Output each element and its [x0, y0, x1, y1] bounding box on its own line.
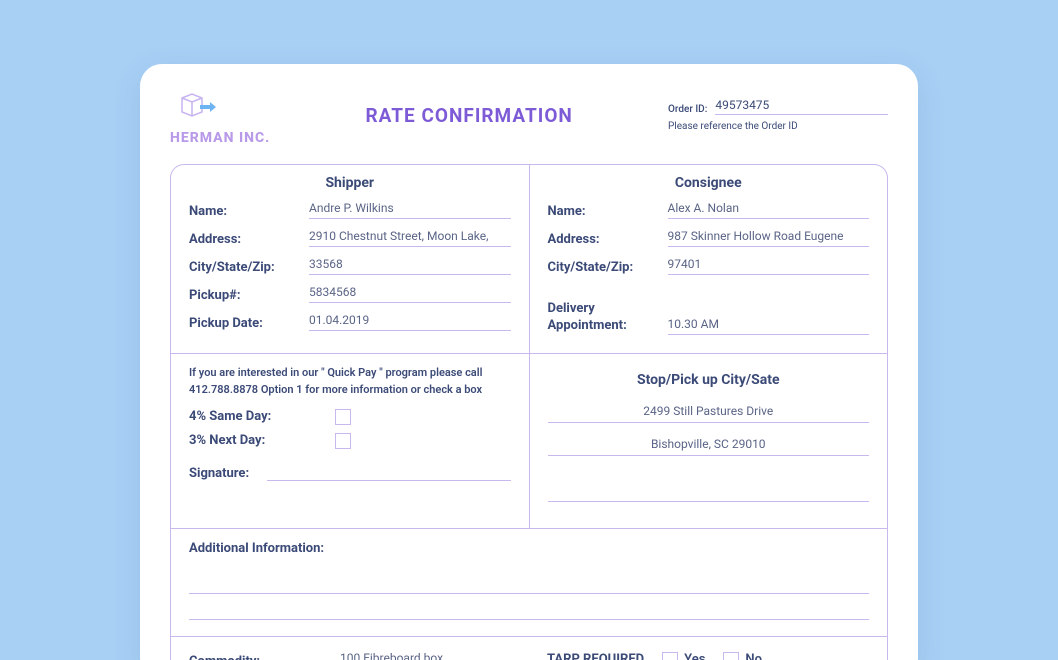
commodity-label: Commodity: [189, 654, 260, 660]
order-id-label: Order ID: [668, 104, 707, 115]
shipper-csz-label: City/State/Zip: [189, 260, 301, 275]
shipper-column: Shipper Name: Andre P. Wilkins Address: … [171, 165, 530, 353]
consignee-title: Consignee [548, 175, 870, 191]
consignee-csz-value: 97401 [668, 257, 870, 275]
company-logo-block: Herman Inc. [170, 90, 270, 146]
additional-line-2[interactable] [189, 602, 869, 620]
quickpay-4pct-checkbox[interactable] [335, 409, 351, 425]
signature-label: Signature: [189, 466, 249, 481]
shipper-pickup-num-value: 5834568 [309, 285, 511, 303]
quickpay-note: If you are interested in our " Quick Pay… [189, 364, 511, 399]
stage: Herman Inc. RATE CONFIRMATION Order ID: … [0, 0, 1058, 660]
shipper-pickup-date-value: 01.04.2019 [309, 313, 511, 331]
order-block: Order ID: 49573475 Please reference the … [668, 98, 888, 132]
order-id-value: 49573475 [715, 98, 888, 115]
tarp-no-label: No [745, 652, 762, 660]
consignee-column: Consignee Name: Alex A. Nolan Address: 9… [530, 165, 888, 353]
signature-line[interactable] [267, 463, 510, 481]
consignee-address-value: 987 Skinner Hollow Road Eugene [668, 229, 870, 247]
shipper-csz-value: 33568 [309, 257, 511, 275]
box-arrow-icon [170, 90, 216, 126]
shipper-address-label: Address: [189, 232, 301, 247]
company-name: Herman Inc. [170, 130, 270, 146]
consignee-address-label: Address: [548, 232, 660, 247]
additional-info-section: Additional Information: [171, 528, 887, 636]
consignee-csz-label: City/State/Zip: [548, 260, 660, 275]
tarp-required-label: TARP REQUIRED [547, 652, 644, 660]
commodity-value: 100 Fibreboard box [272, 651, 511, 660]
shipper-title: Shipper [189, 175, 511, 191]
stop-column: Stop/Pick up City/Sate 2499 Still Pastur… [530, 354, 888, 528]
stop-line2: Bishopville, SC 29010 [548, 431, 870, 456]
consignee-delivery-value: 10.30 AM [668, 317, 870, 335]
consignee-delivery-label: Delivery Appointment: [548, 301, 660, 335]
stop-title: Stop/Pick up City/Sate [548, 372, 870, 388]
stop-line1: 2499 Still Pastures Drive [548, 398, 870, 423]
commodity-section: Commodity: 100 Fibreboard box TARP REQUI… [171, 636, 887, 660]
quickpay-column: If you are interested in our " Quick Pay… [171, 354, 530, 528]
additional-line-1[interactable] [189, 576, 869, 594]
order-hint: Please reference the Order ID [668, 121, 888, 132]
quickpay-3pct-label: 3% Next Day: [189, 433, 319, 448]
tarp-no-checkbox[interactable] [723, 652, 739, 660]
document-paper: Herman Inc. RATE CONFIRMATION Order ID: … [140, 64, 918, 660]
tarp-yes-checkbox[interactable] [662, 652, 678, 660]
tarp-yes-label: Yes [684, 652, 705, 660]
consignee-name-label: Name: [548, 204, 660, 219]
quickpay-4pct-label: 4% Same Day: [189, 409, 319, 424]
shipper-pickup-num-label: Pickup#: [189, 288, 301, 303]
shipper-pickup-date-label: Pickup Date: [189, 316, 301, 331]
shipper-name-label: Name: [189, 204, 301, 219]
quickpay-3pct-checkbox[interactable] [335, 433, 351, 449]
shipper-name-value: Andre P. Wilkins [309, 201, 511, 219]
form-body: Shipper Name: Andre P. Wilkins Address: … [170, 164, 888, 660]
consignee-name-value: Alex A. Nolan [668, 201, 870, 219]
stop-blank-line [548, 482, 870, 502]
shipper-address-value: 2910 Chestnut Street, Moon Lake, [309, 229, 511, 247]
document-title: RATE CONFIRMATION [365, 104, 572, 127]
additional-info-label: Additional Information: [189, 541, 869, 556]
